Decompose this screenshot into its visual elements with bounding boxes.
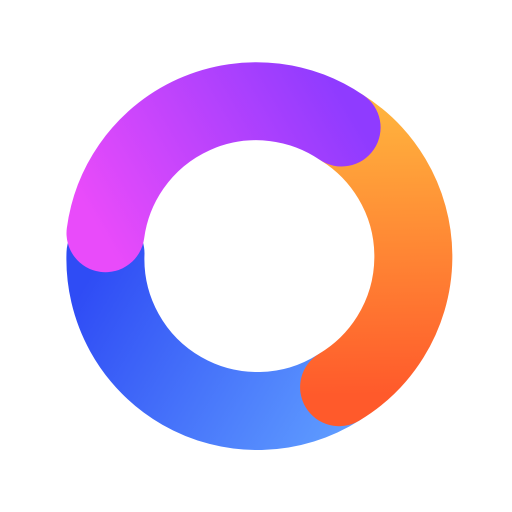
ring-segment-purple bbox=[66, 62, 381, 273]
gradient-ring-logo-icon bbox=[66, 62, 453, 450]
app-icon-canvas bbox=[0, 0, 512, 512]
ring-segment-orange bbox=[300, 88, 453, 427]
